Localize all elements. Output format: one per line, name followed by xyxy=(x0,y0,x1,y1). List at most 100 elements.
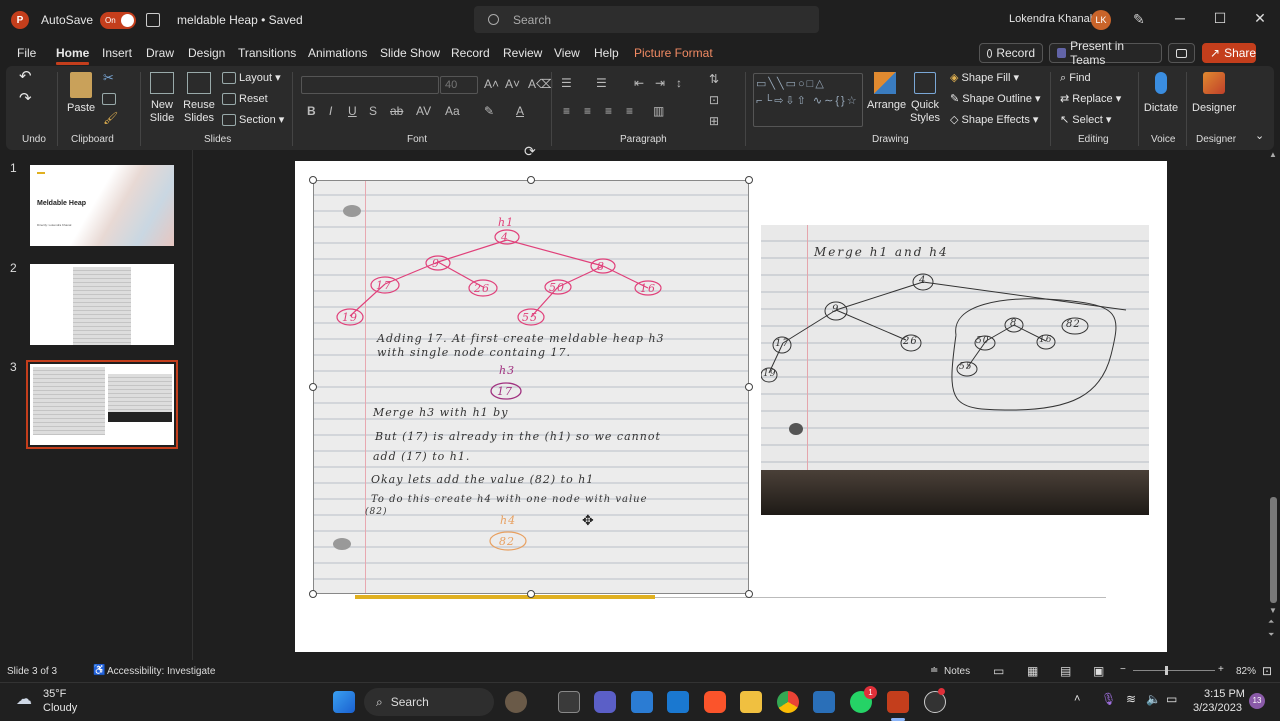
font-name-select[interactable] xyxy=(301,76,439,94)
tab-home[interactable]: Home xyxy=(56,46,90,65)
share-button[interactable]: ↗ Share xyxy=(1202,43,1256,63)
rotate-handle-icon[interactable]: ⟳ xyxy=(524,143,536,160)
bold-icon[interactable]: B xyxy=(307,104,316,118)
resize-handle-e[interactable] xyxy=(745,383,753,391)
font-color-icon[interactable]: A xyxy=(516,104,524,118)
next-slide-icon[interactable]: ⏷ xyxy=(1268,630,1274,640)
cut-icon[interactable]: ✂ xyxy=(103,71,114,84)
numbering-icon[interactable]: ☰ xyxy=(596,76,607,90)
tab-help[interactable]: Help xyxy=(594,46,619,60)
battery-icon[interactable]: ▭ xyxy=(1166,692,1177,706)
tab-view[interactable]: View xyxy=(554,46,580,60)
arrange-button[interactable]: Arrange xyxy=(867,72,906,112)
tab-slide-show[interactable]: Slide Show xyxy=(380,46,440,60)
tab-insert[interactable]: Insert xyxy=(102,46,132,60)
notification-badge[interactable]: 13 xyxy=(1249,693,1265,709)
slide-sorter-icon[interactable]: ▦ xyxy=(1027,664,1038,678)
wifi-icon[interactable]: ≋ xyxy=(1126,692,1136,706)
previous-slide-icon[interactable]: ⏶ xyxy=(1268,617,1274,627)
normal-view-icon[interactable]: ▭ xyxy=(993,664,1004,678)
slide-thumbnail-2[interactable] xyxy=(30,264,174,345)
record-button[interactable]: Record xyxy=(979,43,1043,63)
section-button[interactable]: Section ▾ xyxy=(222,114,284,127)
copy-icon[interactable] xyxy=(102,93,116,105)
undo-icon[interactable]: ↶ xyxy=(19,69,32,84)
save-icon[interactable] xyxy=(146,13,161,27)
slideshow-view-icon[interactable]: ▣ xyxy=(1093,664,1104,678)
ribbon-collapse-icon[interactable]: ⌄ xyxy=(1255,130,1264,143)
shapes-gallery[interactable]: ▭╲╲▭○□△ ⌐└⇨⇩⇧ ∿∼{}☆ xyxy=(753,73,863,127)
taskbar-search[interactable]: ⌕ Search xyxy=(364,688,494,716)
redo-icon[interactable]: ↷ xyxy=(19,91,32,106)
maximize-icon[interactable]: ☐ xyxy=(1210,10,1230,27)
zoom-slider[interactable] xyxy=(1133,670,1215,671)
scrollbar-thumb[interactable] xyxy=(1270,497,1277,603)
tab-review[interactable]: Review xyxy=(503,46,542,60)
vscode-icon[interactable] xyxy=(631,691,653,713)
tab-transitions[interactable]: Transitions xyxy=(238,46,296,60)
increase-indent-icon[interactable]: ⇥ xyxy=(655,76,665,90)
align-text-icon[interactable]: ⊡ xyxy=(709,93,719,107)
columns-icon[interactable]: ▥ xyxy=(653,104,664,118)
shape-effects-button[interactable]: ◇ Shape Effects ▾ xyxy=(950,114,1038,127)
accessibility-icon[interactable]: ♿ xyxy=(93,665,105,676)
bing-mascot-icon[interactable] xyxy=(505,691,527,713)
select-button[interactable]: ↖ Select ▾ xyxy=(1060,114,1111,127)
slide-thumbnail-3[interactable] xyxy=(26,360,178,449)
reading-view-icon[interactable]: ▤ xyxy=(1060,664,1071,678)
underline-icon[interactable]: U xyxy=(348,104,357,118)
format-painter-icon[interactable]: 🖌 xyxy=(103,112,118,125)
fit-to-window-icon[interactable]: ⊡ xyxy=(1262,664,1272,678)
file-explorer-icon[interactable] xyxy=(740,691,762,713)
designer-button[interactable]: Designer xyxy=(1192,72,1236,115)
visual-studio-icon[interactable] xyxy=(813,691,835,713)
zoom-slider-thumb[interactable] xyxy=(1165,666,1168,675)
smartart-icon[interactable]: ⊞ xyxy=(709,114,719,128)
tab-draw[interactable]: Draw xyxy=(146,46,174,60)
windows-start-icon[interactable] xyxy=(333,691,355,713)
zoom-level[interactable]: 82% xyxy=(1236,666,1256,677)
user-name[interactable]: Lokendra Khanal xyxy=(1009,13,1092,25)
italic-icon[interactable]: I xyxy=(329,104,332,118)
strikethrough-icon[interactable]: ab xyxy=(390,104,403,118)
clock-date[interactable]: 3/23/2023 xyxy=(1193,702,1242,714)
highlight-icon[interactable]: ✎ xyxy=(484,104,494,118)
brave-browser-icon[interactable] xyxy=(704,691,726,713)
justify-icon[interactable]: ≡ xyxy=(626,104,633,118)
tab-design[interactable]: Design xyxy=(188,46,225,60)
resize-handle-sw[interactable] xyxy=(309,590,317,598)
clock-time[interactable]: 3:15 PM xyxy=(1204,688,1245,700)
reuse-slides-button[interactable]: Reuse Slides xyxy=(183,72,215,125)
pen-icon[interactable]: ✎ xyxy=(1133,11,1149,27)
microphone-tray-icon[interactable]: 🎙 xyxy=(1101,692,1116,706)
zoom-out-icon[interactable]: − xyxy=(1120,664,1126,675)
align-center-icon[interactable]: ≡ xyxy=(584,104,591,118)
decrease-indent-icon[interactable]: ⇤ xyxy=(634,76,644,90)
teams-chat-icon[interactable] xyxy=(594,691,616,713)
change-case-icon[interactable]: Aa xyxy=(445,104,460,118)
shrink-font-icon[interactable]: A˅ xyxy=(505,77,520,91)
font-size-select[interactable]: 40 xyxy=(440,76,478,94)
resize-handle-w[interactable] xyxy=(309,383,317,391)
resize-handle-n[interactable] xyxy=(527,176,535,184)
align-right-icon[interactable]: ≡ xyxy=(605,104,612,118)
powerpoint-taskbar-icon[interactable] xyxy=(887,691,909,713)
resize-handle-s[interactable] xyxy=(527,590,535,598)
document-title[interactable]: meldable Heap • Saved xyxy=(177,13,303,27)
notes-button[interactable]: Notes xyxy=(944,666,970,677)
avatar[interactable]: LK xyxy=(1091,10,1111,30)
align-left-icon[interactable]: ≡ xyxy=(563,104,570,118)
grow-font-icon[interactable]: A˄ xyxy=(484,77,499,91)
show-hidden-icons-icon[interactable]: ˄ xyxy=(1074,693,1080,705)
paste-button[interactable]: Paste xyxy=(67,72,95,115)
dictate-button[interactable]: Dictate xyxy=(1143,72,1179,115)
notes-icon[interactable]: ≐ xyxy=(930,665,938,676)
new-slide-button[interactable]: New Slide xyxy=(145,72,179,125)
notebook-image-1[interactable]: h1 4 9 8 17 26 50 16 19 55 Adding 17. At… xyxy=(313,180,749,594)
slide-thumbnail-1[interactable]: Meldable Heap Directly: Lokendra Khanal xyxy=(30,165,174,246)
scroll-down-icon[interactable]: ▼ xyxy=(1269,606,1277,615)
resize-handle-nw[interactable] xyxy=(309,176,317,184)
weather-temp[interactable]: 35°F xyxy=(43,688,66,700)
chrome-icon[interactable] xyxy=(777,691,799,713)
tab-file[interactable]: File xyxy=(17,46,36,60)
